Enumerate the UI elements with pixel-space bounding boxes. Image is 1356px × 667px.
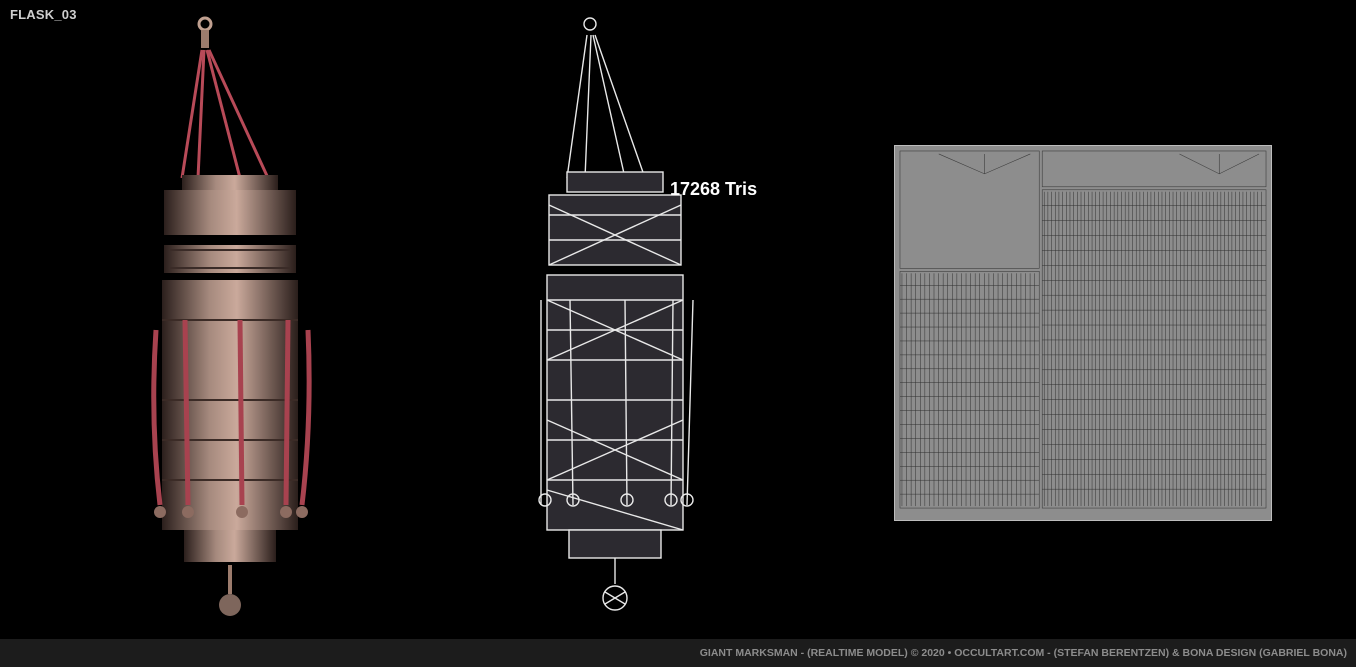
triangle-count-label: 17268 Tris	[670, 179, 758, 199]
flask-wireframe	[538, 17, 694, 611]
footer-credits: GIANT MARKSMAN - (REALTIME MODEL) © 2020…	[699, 647, 1347, 659]
footer-bar: GIANT MARKSMAN - (REALTIME MODEL) © 2020…	[0, 639, 1356, 667]
uv-layout-sheet	[894, 145, 1272, 521]
flask-render	[151, 16, 312, 616]
page-title: FLASK_03	[10, 7, 77, 22]
